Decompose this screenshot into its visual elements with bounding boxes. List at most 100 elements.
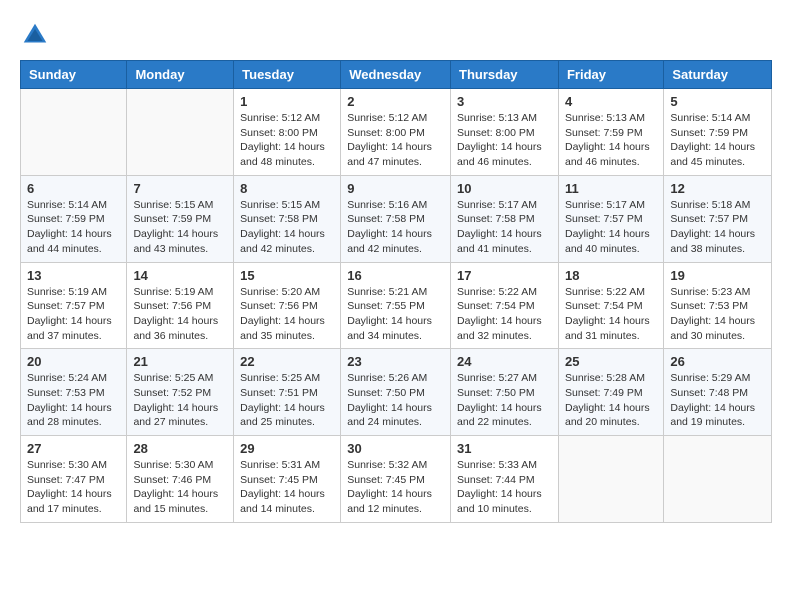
day-info: Sunrise: 5:16 AM Sunset: 7:58 PM Dayligh…	[347, 198, 444, 257]
day-number: 17	[457, 268, 552, 283]
day-info: Sunrise: 5:21 AM Sunset: 7:55 PM Dayligh…	[347, 285, 444, 344]
day-cell: 27Sunrise: 5:30 AM Sunset: 7:47 PM Dayli…	[21, 436, 127, 523]
day-cell: 4Sunrise: 5:13 AM Sunset: 7:59 PM Daylig…	[558, 89, 663, 176]
day-info: Sunrise: 5:18 AM Sunset: 7:57 PM Dayligh…	[670, 198, 765, 257]
day-info: Sunrise: 5:31 AM Sunset: 7:45 PM Dayligh…	[240, 458, 334, 517]
day-cell: 15 Sunrise: 5:20 AM Sunset: 7:56 PM Dayli…	[234, 262, 341, 349]
day-number: 15	[240, 268, 334, 283]
day-number: 24	[457, 354, 552, 369]
day-number: 14	[133, 268, 227, 283]
day-info: Sunrise: 5:15 AM Sunset: 7:58 PM Dayligh…	[240, 198, 334, 257]
header-row: SundayMondayTuesdayWednesdayThursdayFrid…	[21, 61, 772, 89]
day-cell	[127, 89, 234, 176]
header-cell-saturday: Saturday	[664, 61, 772, 89]
day-number: 4	[565, 94, 657, 109]
day-cell: 6Sunrise: 5:14 AM Sunset: 7:59 PM Daylig…	[21, 175, 127, 262]
day-info: Sunrise: 5:32 AM Sunset: 7:45 PM Dayligh…	[347, 458, 444, 517]
day-number: 10	[457, 181, 552, 196]
day-info: Sunrise: 5:14 AM Sunset: 7:59 PM Dayligh…	[670, 111, 765, 170]
day-info: Sunrise: 5:30 AM Sunset: 7:47 PM Dayligh…	[27, 458, 120, 517]
day-number: 7	[133, 181, 227, 196]
day-cell: 5 Sunrise: 5:14 AM Sunset: 7:59 PM Daylig…	[664, 89, 772, 176]
day-cell	[558, 436, 663, 523]
day-cell: 29 Sunrise: 5:31 AM Sunset: 7:45 PM Dayli…	[234, 436, 341, 523]
day-number: 11	[565, 181, 657, 196]
day-cell: 23 Sunrise: 5:26 AM Sunset: 7:50 PM Dayli…	[341, 349, 451, 436]
day-info: Sunrise: 5:29 AM Sunset: 7:48 PM Dayligh…	[670, 371, 765, 430]
day-cell: 22 Sunrise: 5:25 AM Sunset: 7:51 PM Dayli…	[234, 349, 341, 436]
day-cell: 14 Sunrise: 5:19 AM Sunset: 7:56 PM Dayli…	[127, 262, 234, 349]
day-info: Sunrise: 5:12 AM Sunset: 8:00 PM Dayligh…	[347, 111, 444, 170]
day-number: 18	[565, 268, 657, 283]
header-cell-monday: Monday	[127, 61, 234, 89]
day-info: Sunrise: 5:24 AM Sunset: 7:53 PM Dayligh…	[27, 371, 120, 430]
header-cell-friday: Friday	[558, 61, 663, 89]
day-info: Sunrise: 5:19 AM Sunset: 7:56 PM Dayligh…	[133, 285, 227, 344]
day-info: Sunrise: 5:22 AM Sunset: 7:54 PM Dayligh…	[457, 285, 552, 344]
day-number: 23	[347, 354, 444, 369]
day-number: 30	[347, 441, 444, 456]
day-cell: 21 Sunrise: 5:25 AM Sunset: 7:52 PM Dayli…	[127, 349, 234, 436]
day-cell: 19 Sunrise: 5:23 AM Sunset: 7:53 PM Dayli…	[664, 262, 772, 349]
day-info: Sunrise: 5:25 AM Sunset: 7:52 PM Dayligh…	[133, 371, 227, 430]
day-cell	[21, 89, 127, 176]
day-info: Sunrise: 5:23 AM Sunset: 7:53 PM Dayligh…	[670, 285, 765, 344]
day-number: 6	[27, 181, 120, 196]
day-info: Sunrise: 5:20 AM Sunset: 7:56 PM Dayligh…	[240, 285, 334, 344]
day-cell: 3Sunrise: 5:13 AM Sunset: 8:00 PM Daylig…	[451, 89, 559, 176]
day-cell: 1 Sunrise: 5:12 AM Sunset: 8:00 PM Daylig…	[234, 89, 341, 176]
day-info: Sunrise: 5:22 AM Sunset: 7:54 PM Dayligh…	[565, 285, 657, 344]
day-number: 1	[240, 94, 334, 109]
day-info: Sunrise: 5:17 AM Sunset: 7:58 PM Dayligh…	[457, 198, 552, 257]
day-number: 28	[133, 441, 227, 456]
day-number: 3	[457, 94, 552, 109]
day-cell: 18 Sunrise: 5:22 AM Sunset: 7:54 PM Dayli…	[558, 262, 663, 349]
day-info: Sunrise: 5:12 AM Sunset: 8:00 PM Dayligh…	[240, 111, 334, 170]
day-number: 26	[670, 354, 765, 369]
day-cell: 25 Sunrise: 5:28 AM Sunset: 7:49 PM Dayli…	[558, 349, 663, 436]
day-number: 9	[347, 181, 444, 196]
day-number: 5	[670, 94, 765, 109]
day-cell: 28 Sunrise: 5:30 AM Sunset: 7:46 PM Dayli…	[127, 436, 234, 523]
day-cell: 8 Sunrise: 5:15 AM Sunset: 7:58 PM Daylig…	[234, 175, 341, 262]
day-cell: 16 Sunrise: 5:21 AM Sunset: 7:55 PM Dayli…	[341, 262, 451, 349]
day-cell: 2 Sunrise: 5:12 AM Sunset: 8:00 PM Daylig…	[341, 89, 451, 176]
day-number: 25	[565, 354, 657, 369]
logo	[20, 20, 54, 50]
day-number: 22	[240, 354, 334, 369]
day-number: 2	[347, 94, 444, 109]
day-number: 12	[670, 181, 765, 196]
week-row-4: 20Sunrise: 5:24 AM Sunset: 7:53 PM Dayli…	[21, 349, 772, 436]
header-cell-sunday: Sunday	[21, 61, 127, 89]
day-cell: 31Sunrise: 5:33 AM Sunset: 7:44 PM Dayli…	[451, 436, 559, 523]
day-cell: 7Sunrise: 5:15 AM Sunset: 7:59 PM Daylig…	[127, 175, 234, 262]
day-number: 13	[27, 268, 120, 283]
day-cell: 13Sunrise: 5:19 AM Sunset: 7:57 PM Dayli…	[21, 262, 127, 349]
day-cell: 20Sunrise: 5:24 AM Sunset: 7:53 PM Dayli…	[21, 349, 127, 436]
day-info: Sunrise: 5:17 AM Sunset: 7:57 PM Dayligh…	[565, 198, 657, 257]
day-info: Sunrise: 5:27 AM Sunset: 7:50 PM Dayligh…	[457, 371, 552, 430]
day-cell: 24 Sunrise: 5:27 AM Sunset: 7:50 PM Dayli…	[451, 349, 559, 436]
week-row-1: 1 Sunrise: 5:12 AM Sunset: 8:00 PM Daylig…	[21, 89, 772, 176]
day-number: 21	[133, 354, 227, 369]
week-row-2: 6Sunrise: 5:14 AM Sunset: 7:59 PM Daylig…	[21, 175, 772, 262]
day-number: 19	[670, 268, 765, 283]
day-cell: 11 Sunrise: 5:17 AM Sunset: 7:57 PM Dayli…	[558, 175, 663, 262]
day-info: Sunrise: 5:25 AM Sunset: 7:51 PM Dayligh…	[240, 371, 334, 430]
day-number: 8	[240, 181, 334, 196]
header-cell-wednesday: Wednesday	[341, 61, 451, 89]
day-info: Sunrise: 5:26 AM Sunset: 7:50 PM Dayligh…	[347, 371, 444, 430]
header-cell-tuesday: Tuesday	[234, 61, 341, 89]
day-info: Sunrise: 5:28 AM Sunset: 7:49 PM Dayligh…	[565, 371, 657, 430]
logo-icon	[20, 20, 50, 50]
day-info: Sunrise: 5:30 AM Sunset: 7:46 PM Dayligh…	[133, 458, 227, 517]
day-cell	[664, 436, 772, 523]
day-number: 31	[457, 441, 552, 456]
week-row-5: 27Sunrise: 5:30 AM Sunset: 7:47 PM Dayli…	[21, 436, 772, 523]
calendar: SundayMondayTuesdayWednesdayThursdayFrid…	[20, 60, 772, 523]
header-cell-thursday: Thursday	[451, 61, 559, 89]
day-cell: 9 Sunrise: 5:16 AM Sunset: 7:58 PM Daylig…	[341, 175, 451, 262]
day-number: 29	[240, 441, 334, 456]
day-cell: 10 Sunrise: 5:17 AM Sunset: 7:58 PM Dayli…	[451, 175, 559, 262]
day-number: 16	[347, 268, 444, 283]
